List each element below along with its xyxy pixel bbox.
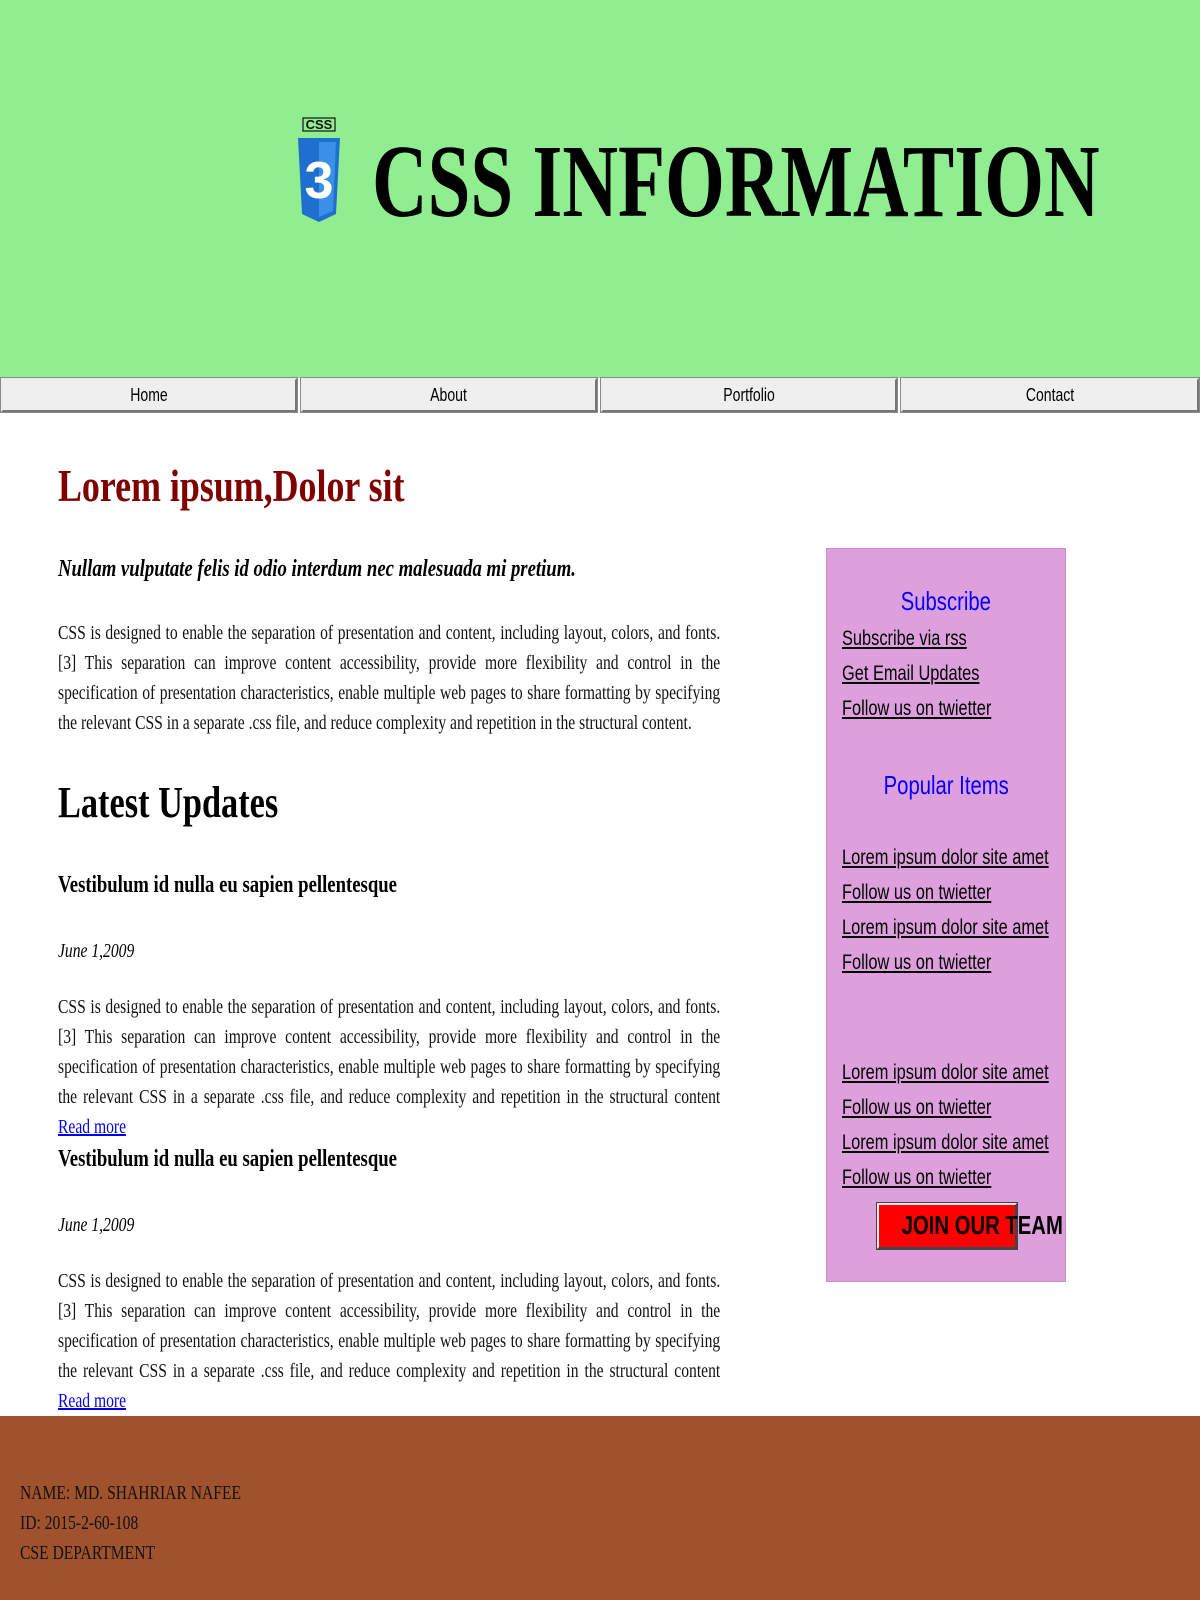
join-our-team-label: JOIN OUR TEAM xyxy=(901,1210,1063,1240)
popular-item-link[interactable]: Follow us on twietter xyxy=(842,949,991,977)
intro-paragraph-text: CSS is designed to enable the separation… xyxy=(58,622,721,734)
main-nav: Home About Portfolio Contact xyxy=(0,377,1200,416)
subscribe-heading: Subscribe xyxy=(900,586,992,616)
nav-portfolio-label: Portfolio xyxy=(723,385,775,405)
popular-item-link[interactable]: Lorem ipsum dolor site amet xyxy=(842,844,1049,872)
sidebar: Subscribe Subscribe via rss Get Email Up… xyxy=(826,548,1066,1282)
sidebar-item-link[interactable]: Follow us on twietter xyxy=(842,1164,991,1192)
sidebar-item-link[interactable]: Lorem ipsum dolor site amet xyxy=(842,1059,1049,1087)
nav-about-button[interactable]: About xyxy=(300,377,598,413)
nav-home-label: Home xyxy=(130,385,168,405)
popular-items-heading: Popular Items xyxy=(883,770,1009,800)
article-date: June 1,2009 xyxy=(58,940,135,962)
site-header: CSS 3 CSS INFORMATION xyxy=(0,0,1200,378)
nav-contact-button[interactable]: Contact xyxy=(900,377,1200,413)
article-body-text: CSS is designed to enable the separation… xyxy=(58,996,721,1108)
article-body: CSS is designed to enable the separation… xyxy=(58,1266,720,1416)
footer-id: ID: 2015-2-60-108 xyxy=(20,1512,139,1534)
article-body-text: CSS is designed to enable the separation… xyxy=(58,1270,721,1382)
join-our-team-button[interactable]: JOIN OUR TEAM xyxy=(876,1202,1063,1250)
footer-department: CSE DEPARTMENT xyxy=(20,1542,156,1564)
email-updates-link[interactable]: Get Email Updates xyxy=(842,660,979,688)
nav-contact-label: Contact xyxy=(1025,385,1075,405)
popular-item-link[interactable]: Lorem ipsum dolor site amet xyxy=(842,914,1049,942)
read-more-link[interactable]: Read more xyxy=(58,1390,126,1412)
nav-home-button[interactable]: Home xyxy=(0,377,298,413)
page-title: Lorem ipsum,Dolor sit xyxy=(58,460,405,511)
site-title: CSS INFORMATION xyxy=(372,124,1100,239)
intro-subtitle: Nullam vulputate felis id odio interdum … xyxy=(58,556,576,582)
article-title: Vestibulum id nulla eu sapien pellentesq… xyxy=(58,1146,397,1172)
sidebar-item-link[interactable]: Lorem ipsum dolor site amet xyxy=(842,1129,1049,1157)
article-body: CSS is designed to enable the separation… xyxy=(58,992,720,1142)
twitter-link[interactable]: Follow us on twietter xyxy=(842,695,991,723)
nav-portfolio-button[interactable]: Portfolio xyxy=(600,377,898,413)
sidebar-item-link[interactable]: Follow us on twietter xyxy=(842,1094,991,1122)
footer-name: NAME: MD. SHAHRIAR NAFEE xyxy=(20,1482,242,1504)
nav-about-label: About xyxy=(430,385,468,405)
logo-number: 3 xyxy=(305,152,334,210)
subscribe-rss-link[interactable]: Subscribe via rss xyxy=(842,625,967,653)
latest-updates-heading: Latest Updates xyxy=(58,778,279,827)
article-date: June 1,2009 xyxy=(58,1214,135,1236)
article-title: Vestibulum id nulla eu sapien pellentesq… xyxy=(58,872,397,898)
popular-item-link[interactable]: Follow us on twietter xyxy=(842,879,991,907)
intro-paragraph: CSS is designed to enable the separation… xyxy=(58,618,720,738)
css3-logo-icon: CSS 3 xyxy=(298,117,340,222)
logo-text: CSS xyxy=(306,117,333,132)
site-footer: NAME: MD. SHAHRIAR NAFEE ID: 2015-2-60-1… xyxy=(0,1416,1200,1600)
read-more-link[interactable]: Read more xyxy=(58,1116,126,1138)
